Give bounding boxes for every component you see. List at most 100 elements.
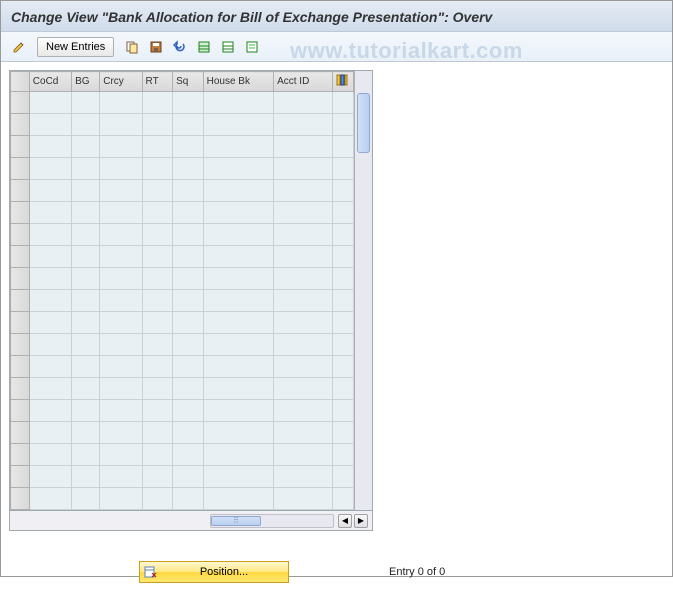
cell[interactable] — [173, 444, 204, 466]
cell[interactable] — [29, 356, 71, 378]
col-housebk[interactable]: House Bk — [203, 72, 273, 92]
row-selector[interactable] — [11, 136, 30, 158]
cell[interactable] — [142, 180, 173, 202]
save-icon[interactable] — [146, 37, 166, 57]
col-cocd[interactable]: CoCd — [29, 72, 71, 92]
cell[interactable] — [29, 246, 71, 268]
cell[interactable] — [72, 400, 100, 422]
table-row[interactable] — [11, 444, 354, 466]
table-row[interactable] — [11, 158, 354, 180]
cell[interactable] — [274, 224, 333, 246]
cell[interactable] — [173, 290, 204, 312]
table-row[interactable] — [11, 202, 354, 224]
cell[interactable] — [203, 158, 273, 180]
cell[interactable] — [72, 488, 100, 510]
cell[interactable] — [274, 92, 333, 114]
row-selector[interactable] — [11, 356, 30, 378]
cell[interactable] — [72, 180, 100, 202]
row-selector[interactable] — [11, 378, 30, 400]
cell[interactable] — [72, 422, 100, 444]
cell[interactable] — [203, 136, 273, 158]
row-selector[interactable] — [11, 268, 30, 290]
table-row[interactable] — [11, 180, 354, 202]
cell[interactable] — [274, 268, 333, 290]
cell[interactable] — [203, 444, 273, 466]
cell[interactable] — [173, 466, 204, 488]
cell[interactable] — [142, 488, 173, 510]
cell[interactable] — [142, 158, 173, 180]
cell[interactable] — [142, 400, 173, 422]
cell[interactable] — [142, 92, 173, 114]
cell[interactable] — [203, 114, 273, 136]
cell[interactable] — [72, 224, 100, 246]
cell[interactable] — [100, 356, 142, 378]
cell[interactable] — [142, 290, 173, 312]
table-row[interactable] — [11, 246, 354, 268]
cell[interactable] — [29, 180, 71, 202]
cell[interactable] — [72, 114, 100, 136]
cell[interactable] — [203, 268, 273, 290]
cell[interactable] — [203, 422, 273, 444]
col-bg[interactable]: BG — [72, 72, 100, 92]
cell[interactable] — [203, 400, 273, 422]
cell[interactable] — [203, 466, 273, 488]
cell[interactable] — [274, 312, 333, 334]
cell[interactable] — [72, 246, 100, 268]
cell[interactable] — [29, 290, 71, 312]
cell[interactable] — [142, 356, 173, 378]
cell[interactable] — [100, 488, 142, 510]
cell[interactable] — [72, 466, 100, 488]
row-selector[interactable] — [11, 334, 30, 356]
cell[interactable] — [142, 114, 173, 136]
undo-icon[interactable] — [170, 37, 190, 57]
cell[interactable] — [274, 180, 333, 202]
cell[interactable] — [100, 92, 142, 114]
deselect-all-icon[interactable] — [218, 37, 238, 57]
cell[interactable] — [274, 158, 333, 180]
vertical-scrollbar[interactable] — [354, 71, 372, 510]
select-all-corner[interactable] — [11, 72, 30, 92]
cell[interactable] — [203, 290, 273, 312]
row-selector[interactable] — [11, 114, 30, 136]
cell[interactable] — [72, 290, 100, 312]
cell[interactable] — [72, 136, 100, 158]
row-selector[interactable] — [11, 312, 30, 334]
row-selector[interactable] — [11, 180, 30, 202]
cell[interactable] — [173, 180, 204, 202]
cell[interactable] — [173, 334, 204, 356]
cell[interactable] — [29, 92, 71, 114]
cell[interactable] — [72, 378, 100, 400]
h-scroll-thumb[interactable]: ⠿ — [211, 516, 261, 526]
table-row[interactable] — [11, 466, 354, 488]
row-selector[interactable] — [11, 444, 30, 466]
cell[interactable] — [274, 202, 333, 224]
cell[interactable] — [142, 268, 173, 290]
cell[interactable] — [173, 202, 204, 224]
cell[interactable] — [29, 224, 71, 246]
cell[interactable] — [173, 378, 204, 400]
cell[interactable] — [274, 400, 333, 422]
table-row[interactable] — [11, 92, 354, 114]
cell[interactable] — [274, 378, 333, 400]
table-row[interactable] — [11, 114, 354, 136]
configure-columns-icon[interactable] — [332, 72, 353, 92]
cell[interactable] — [100, 202, 142, 224]
cell[interactable] — [100, 268, 142, 290]
cell[interactable] — [203, 180, 273, 202]
cell[interactable] — [100, 422, 142, 444]
cell[interactable] — [100, 444, 142, 466]
cell[interactable] — [203, 224, 273, 246]
cell[interactable] — [29, 466, 71, 488]
cell[interactable] — [72, 158, 100, 180]
cell[interactable] — [203, 334, 273, 356]
cell[interactable] — [173, 136, 204, 158]
new-entries-button[interactable]: New Entries — [37, 37, 114, 57]
row-selector[interactable] — [11, 488, 30, 510]
cell[interactable] — [142, 444, 173, 466]
table-row[interactable] — [11, 290, 354, 312]
row-selector[interactable] — [11, 290, 30, 312]
cell[interactable] — [29, 444, 71, 466]
cell[interactable] — [29, 268, 71, 290]
cell[interactable] — [274, 114, 333, 136]
cell[interactable] — [142, 136, 173, 158]
